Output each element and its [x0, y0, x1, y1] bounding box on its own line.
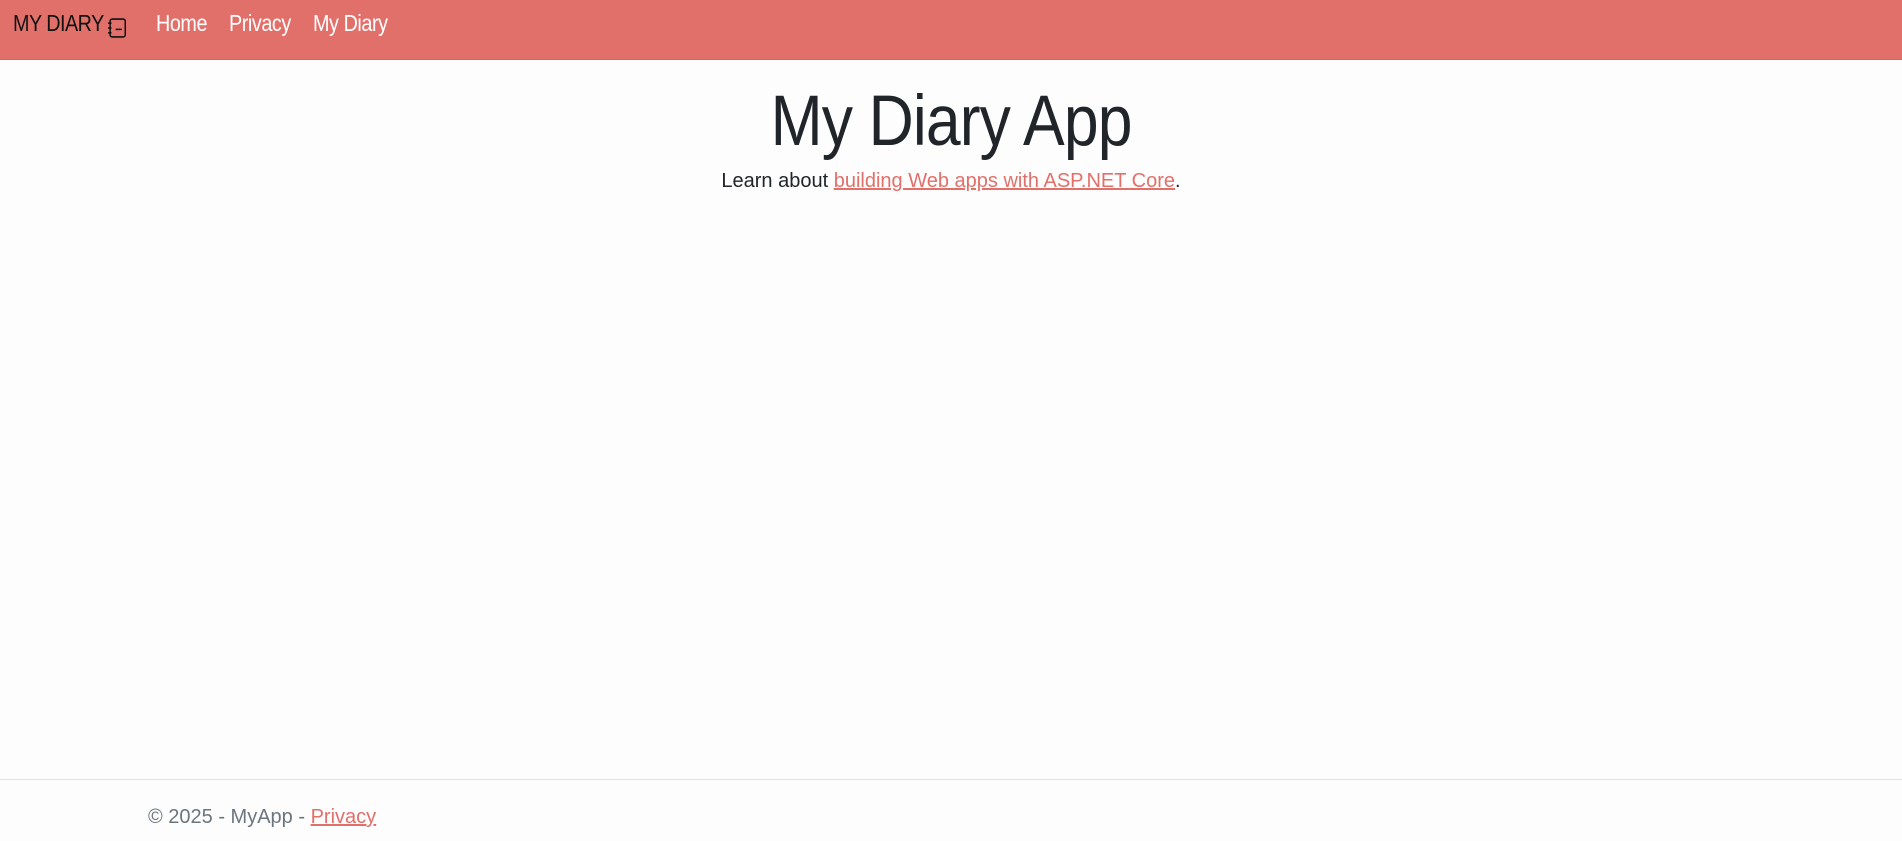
nav-link-privacy[interactable]: Privacy	[229, 10, 291, 37]
nav-link-my-diary[interactable]: My Diary	[313, 10, 388, 37]
lead-text: Learn about building Web apps with ASP.N…	[0, 170, 1902, 193]
aspnet-docs-link[interactable]: building Web apps with ASP.NET Core	[834, 170, 1175, 192]
brand-text: MY DIARY	[13, 10, 104, 36]
top-navbar: MY DIARY Home Privacy My Diary	[0, 0, 1902, 60]
brand-link[interactable]: MY DIARY	[13, 10, 119, 37]
footer: © 2025 - MyApp - Privacy	[0, 779, 1902, 841]
page-title: My Diary App	[770, 82, 1133, 161]
copyright-text: © 2025 - MyApp -	[148, 806, 311, 828]
footer-privacy-link[interactable]: Privacy	[311, 806, 377, 828]
nav-link-home[interactable]: Home	[156, 10, 207, 37]
footer-text: © 2025 - MyApp - Privacy	[148, 806, 376, 829]
journal-icon[interactable]	[106, 17, 128, 39]
lead-prefix: Learn about	[721, 170, 834, 192]
lead-suffix: .	[1175, 170, 1181, 192]
main-content: My Diary App Learn about building Web ap…	[0, 60, 1902, 213]
